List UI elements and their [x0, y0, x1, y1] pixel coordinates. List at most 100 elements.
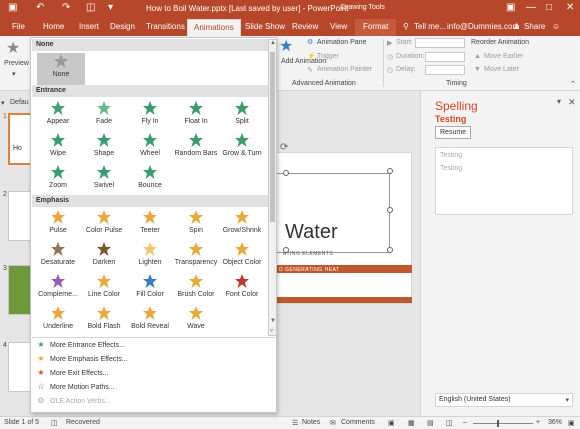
slide-title[interactable]: Water	[285, 221, 338, 244]
share-button[interactable]: Share	[524, 22, 545, 31]
effect-font-color[interactable]: Font Color	[218, 273, 266, 303]
tab-design[interactable]: Design	[110, 22, 135, 31]
tab-transitions[interactable]: Transitions	[146, 22, 185, 31]
suggestion-item[interactable]: Testing	[440, 165, 462, 172]
redo-icon[interactable]: ↷	[62, 2, 70, 13]
trigger-button[interactable]: Trigger	[317, 53, 339, 60]
preview-chevron-icon[interactable]: ▾	[12, 70, 16, 78]
effect-lighten[interactable]: Lighten	[126, 241, 174, 271]
effect-float-in[interactable]: Float In	[172, 100, 220, 130]
resize-handle[interactable]	[387, 168, 393, 174]
effect-wipe[interactable]: Wipe	[34, 132, 82, 162]
zoom-level[interactable]: 36%	[548, 419, 562, 426]
resize-handle[interactable]	[387, 207, 393, 213]
pane-options-icon[interactable]: ▾	[557, 97, 561, 106]
animation-pane-button[interactable]: Animation Pane	[317, 39, 366, 46]
effect-shape[interactable]: Shape	[80, 132, 128, 162]
move-earlier-button[interactable]: Move Earlier	[484, 53, 523, 60]
collapse-ribbon-icon[interactable]: ⌃	[570, 80, 576, 88]
resize-handle[interactable]	[283, 247, 289, 253]
close-icon[interactable]: ✕	[566, 2, 574, 13]
slide-sorter-icon[interactable]: ▦	[408, 419, 415, 427]
effect-pulse[interactable]: Pulse	[34, 209, 82, 239]
tab-format[interactable]: Format	[355, 19, 397, 36]
effect-color-pulse[interactable]: Color Pulse	[80, 209, 128, 239]
effect-transparency[interactable]: Transparency	[172, 241, 220, 271]
smiley-icon[interactable]: ☺	[552, 22, 560, 31]
scroll-more-icon[interactable]: ▿	[270, 327, 273, 334]
tab-view[interactable]: View	[330, 22, 347, 31]
scroll-thumb[interactable]	[270, 52, 275, 222]
effect-random-bars[interactable]: Random Bars	[172, 132, 220, 162]
resize-handle[interactable]	[387, 247, 393, 253]
effect-grow-shrink[interactable]: Grow/Shrink	[218, 209, 266, 239]
effect-compleme-[interactable]: Compleme...	[34, 273, 82, 303]
more-effects-item[interactable]: ★ More Emphasis Effects...	[36, 354, 127, 366]
scroll-up-icon[interactable]: ▲	[270, 40, 276, 46]
more-effects-item[interactable]: ☆ More Motion Paths...	[36, 382, 114, 394]
tab-file[interactable]: File	[12, 22, 25, 31]
comments-button[interactable]: Comments	[341, 419, 375, 426]
ribbon-display-icon[interactable]: ▣	[506, 2, 515, 13]
slideshow-view-icon[interactable]: ◫	[446, 419, 453, 427]
slide[interactable]: Water ATING ELEMENTS D GENERATING HEAT ⟳	[275, 142, 412, 304]
minimize-icon[interactable]: —	[526, 2, 536, 13]
tab-home[interactable]: Home	[43, 22, 64, 31]
effect-teeter[interactable]: Teeter	[126, 209, 174, 239]
duration-field[interactable]	[425, 52, 465, 62]
customize-qat-icon[interactable]: ▾	[108, 2, 113, 13]
effect-darken[interactable]: Darken	[80, 241, 128, 271]
effect-fill-color[interactable]: Fill Color	[126, 273, 174, 303]
effect-fade[interactable]: Fade	[80, 100, 128, 130]
more-effects-item[interactable]: ★ More Entrance Effects...	[36, 340, 125, 352]
effect-grow-turn[interactable]: Grow & Turn	[218, 132, 266, 162]
zoom-out-icon[interactable]: –	[463, 419, 467, 426]
reading-view-icon[interactable]: ▤	[427, 419, 434, 427]
effect-object-color[interactable]: Object Color	[218, 241, 266, 271]
tab-insert[interactable]: Insert	[79, 22, 99, 31]
move-later-button[interactable]: Move Later	[484, 66, 519, 73]
scroll-down-icon[interactable]: ▼	[270, 318, 276, 324]
effect-appear[interactable]: Appear	[34, 100, 82, 130]
notes-icon[interactable]: ☰	[292, 419, 298, 427]
effect-spin[interactable]: Spin	[172, 209, 220, 239]
zoom-thumb[interactable]	[497, 420, 499, 427]
tab-slideshow[interactable]: Slide Show	[245, 22, 285, 31]
undo-icon[interactable]: ↶	[36, 2, 44, 13]
normal-view-icon[interactable]: ▣	[388, 419, 395, 427]
effect-brush-color[interactable]: Brush Color	[172, 273, 220, 303]
effect-swivel[interactable]: Swivel	[80, 164, 128, 194]
more-effects-item[interactable]: ★ More Exit Effects...	[36, 368, 108, 380]
comments-icon[interactable]: ✉	[330, 419, 336, 427]
effect-bounce[interactable]: Bounce	[126, 164, 174, 194]
resize-handle[interactable]	[283, 170, 289, 176]
present-icon[interactable]: ◫	[86, 2, 95, 13]
suggestions-list[interactable]: Testing Testing	[435, 147, 573, 215]
share-icon[interactable]: ♟	[513, 22, 520, 31]
effect-fly-in[interactable]: Fly In	[126, 100, 174, 130]
account-name[interactable]: info@Dummies.com	[447, 22, 519, 31]
maximize-icon[interactable]: □	[546, 2, 552, 13]
effect-split[interactable]: Split	[218, 100, 266, 130]
language-dropdown[interactable]: English (United States) ▾	[435, 393, 573, 407]
tab-animations[interactable]: Animations	[187, 19, 241, 36]
start-dropdown[interactable]	[415, 38, 465, 48]
effect-bold-reveal[interactable]: Bold Reveal	[126, 305, 174, 335]
none-effect[interactable]: None	[37, 53, 85, 85]
effect-underline[interactable]: Underline	[34, 305, 82, 335]
effect-wave[interactable]: Wave	[172, 305, 220, 335]
tab-review[interactable]: Review	[292, 22, 318, 31]
animation-painter-button[interactable]: Animation Painter	[317, 66, 372, 73]
proofing-icon[interactable]: ◫	[51, 419, 58, 427]
effect-zoom[interactable]: Zoom	[34, 164, 82, 194]
rotate-handle-icon[interactable]: ⟳	[280, 142, 288, 153]
section-chevron-icon[interactable]: ▾	[1, 99, 5, 107]
effect-wheel[interactable]: Wheel	[126, 132, 174, 162]
preview-button[interactable]: Preview	[4, 60, 29, 67]
fit-slide-icon[interactable]: ▣	[568, 419, 575, 427]
notes-button[interactable]: Notes	[302, 419, 320, 426]
zoom-in-icon[interactable]: +	[536, 419, 540, 426]
effect-desaturate[interactable]: Desaturate	[34, 241, 82, 271]
suggestion-item[interactable]: Testing	[440, 152, 462, 159]
tell-me-box[interactable]: Tell me...	[414, 22, 446, 31]
